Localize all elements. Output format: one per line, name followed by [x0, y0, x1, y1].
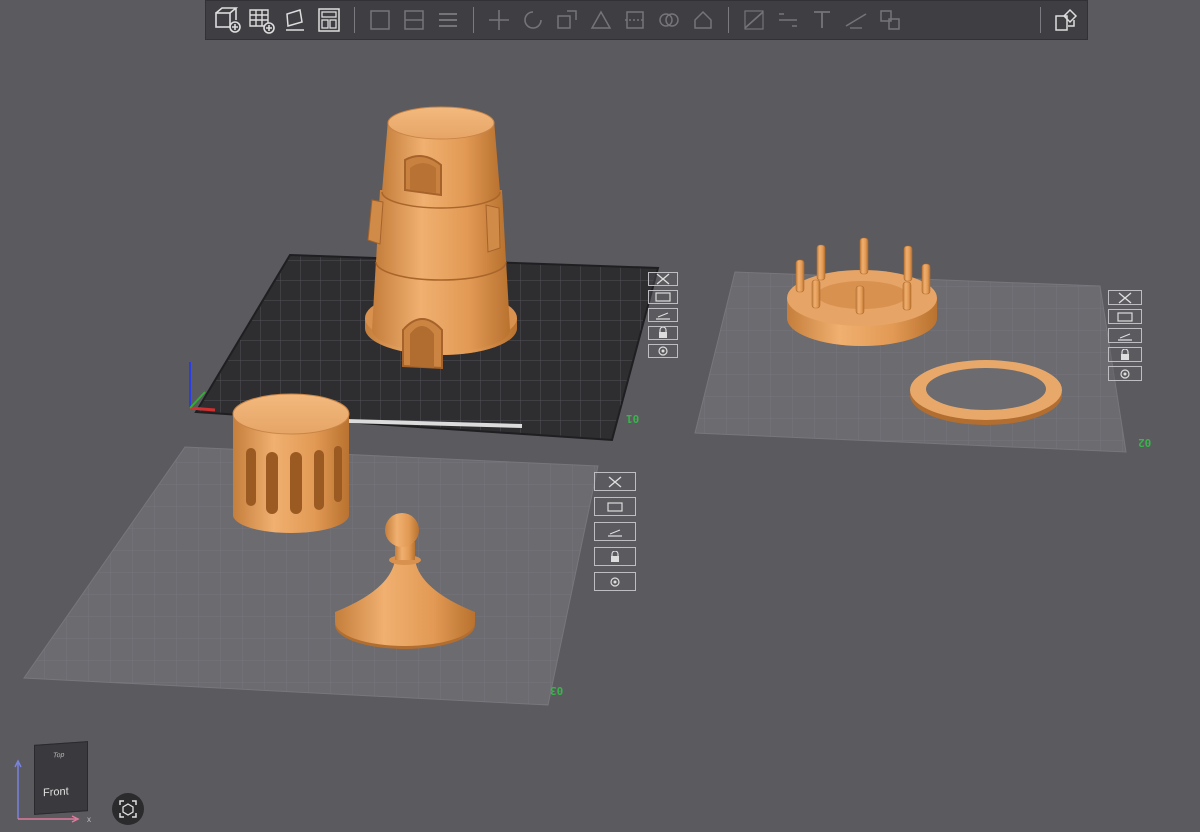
close-icon[interactable]: [1108, 290, 1142, 305]
measure-icon[interactable]: [841, 5, 871, 35]
orient-plate-icon[interactable]: [648, 308, 678, 322]
toolbar-separator: [1040, 7, 1041, 33]
lock-icon[interactable]: [1108, 347, 1142, 362]
orient-plate-icon[interactable]: [1108, 328, 1142, 343]
add-plate-icon[interactable]: [246, 5, 276, 35]
scale-icon[interactable]: [552, 5, 582, 35]
toolbar-separator: [354, 7, 355, 33]
lay-on-face-icon[interactable]: [586, 5, 616, 35]
toolbar-separator: [473, 7, 474, 33]
flat-ring-model[interactable]: [910, 360, 1062, 425]
cage-cylinder-model[interactable]: [232, 393, 350, 533]
close-icon[interactable]: [648, 272, 678, 286]
pinned-base-model[interactable]: [787, 237, 937, 346]
plate-02-tools: [1108, 290, 1142, 381]
arrange-icon[interactable]: [314, 5, 344, 35]
settings-icon[interactable]: [594, 572, 636, 591]
x-axis-line: [189, 406, 216, 412]
arrange-plate-icon[interactable]: [1108, 309, 1142, 324]
arrange-plate-icon[interactable]: [648, 290, 678, 304]
orient-plate-icon[interactable]: [594, 522, 636, 541]
plate-03-tools: [594, 472, 636, 591]
3d-viewport[interactable]: [0, 0, 1200, 832]
mesh-boolean-icon[interactable]: [654, 5, 684, 35]
plate-01-tools: [648, 272, 678, 358]
plate-01-number: 01: [626, 412, 640, 425]
plate-03-number: 03: [550, 684, 564, 697]
arrange-plate-icon[interactable]: [594, 497, 636, 516]
split-parts-icon[interactable]: [399, 5, 429, 35]
cut-icon[interactable]: [620, 5, 650, 35]
close-icon[interactable]: [594, 472, 636, 491]
explode-icon[interactable]: [1051, 5, 1081, 35]
lock-icon[interactable]: [594, 547, 636, 566]
camera-focus-icon: [119, 800, 137, 818]
move-icon[interactable]: [484, 5, 514, 35]
recenter-view-button[interactable]: [112, 793, 144, 825]
settings-icon[interactable]: [1108, 366, 1142, 381]
main-toolbar: [205, 0, 1088, 40]
split-objects-icon[interactable]: [365, 5, 395, 35]
fuzzy-skin-icon[interactable]: [773, 5, 803, 35]
seam-paint-icon[interactable]: [739, 5, 769, 35]
x-axis-label: x: [87, 815, 91, 824]
tower-model[interactable]: [365, 106, 517, 370]
layers-icon[interactable]: [433, 5, 463, 35]
assembly-icon[interactable]: [875, 5, 905, 35]
rotate-icon[interactable]: [518, 5, 548, 35]
toolbar-separator: [728, 7, 729, 33]
support-paint-icon[interactable]: [688, 5, 718, 35]
lock-icon[interactable]: [648, 326, 678, 340]
settings-icon[interactable]: [648, 344, 678, 358]
view-cube-axes: [14, 759, 80, 823]
auto-orient-icon[interactable]: [280, 5, 310, 35]
plate-02-number: 02: [1138, 436, 1152, 449]
text-icon[interactable]: [807, 5, 837, 35]
add-object-icon[interactable]: [212, 5, 242, 35]
